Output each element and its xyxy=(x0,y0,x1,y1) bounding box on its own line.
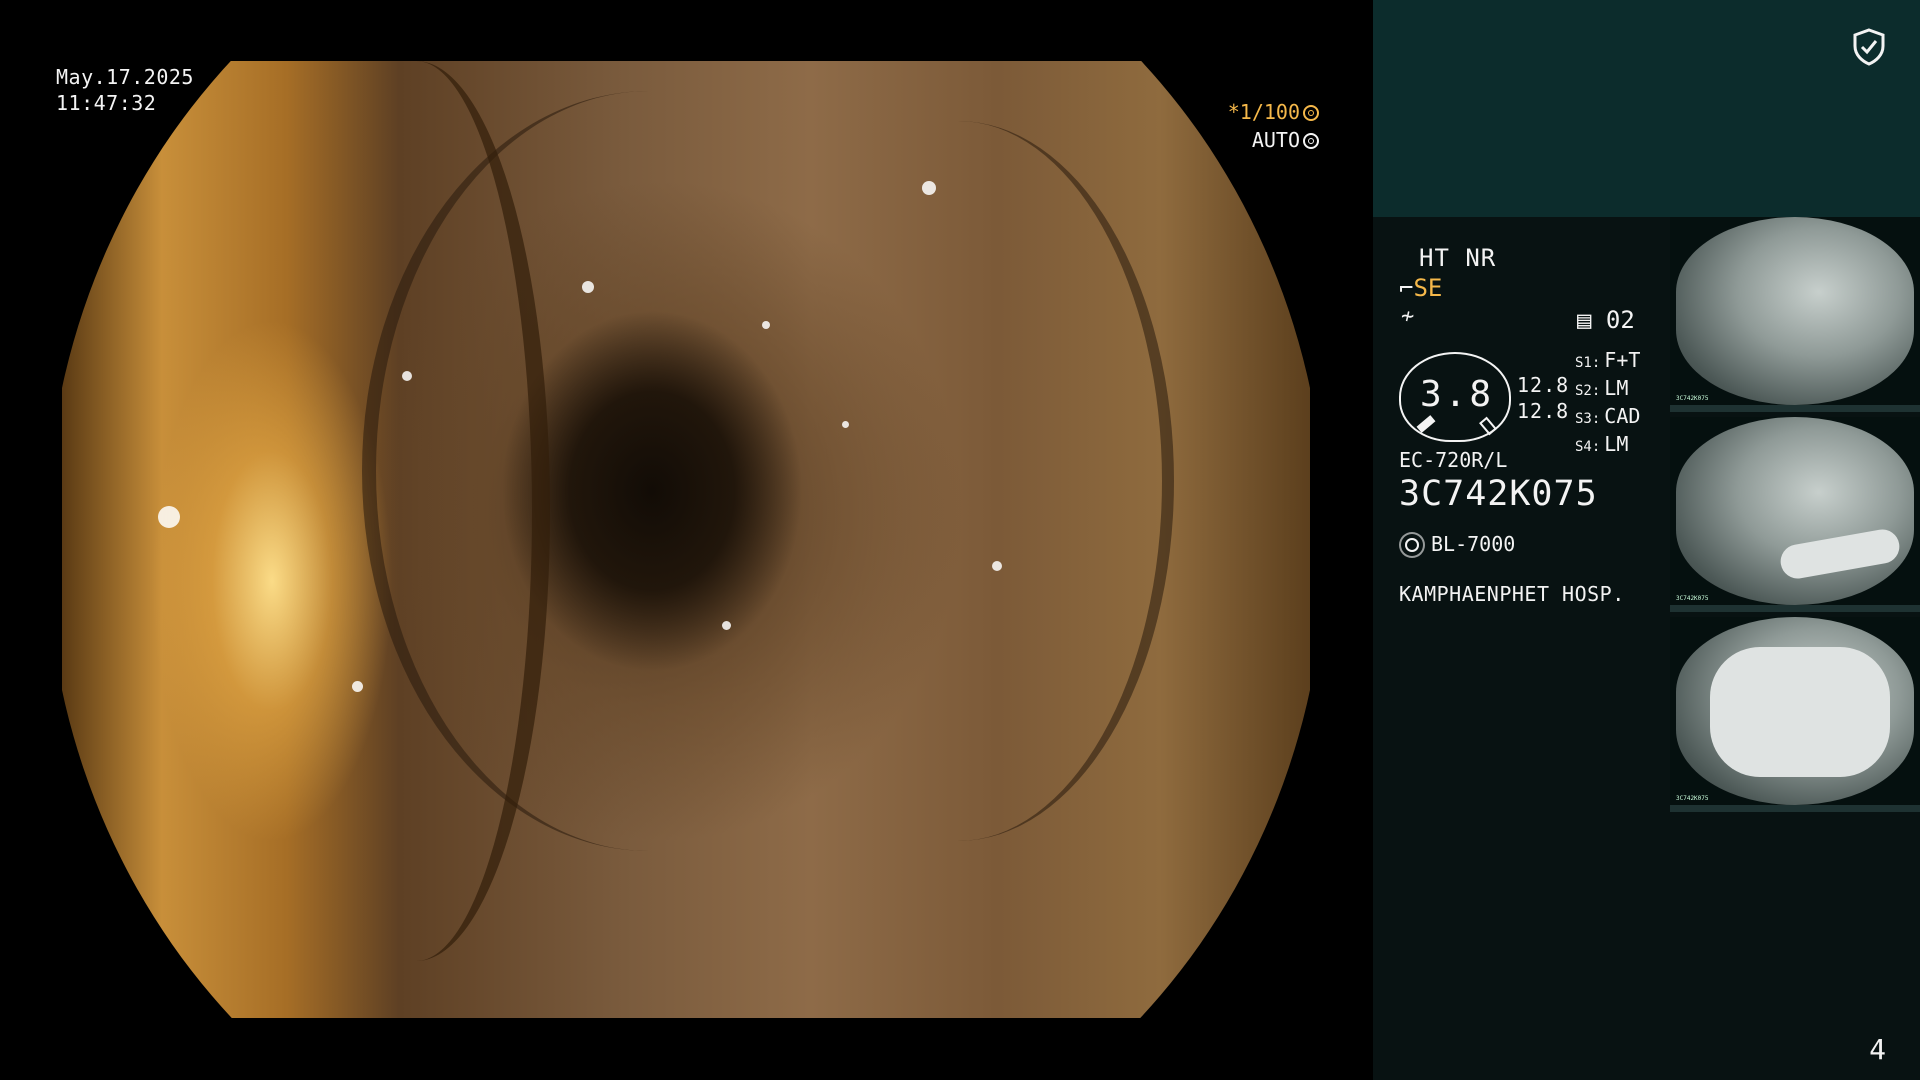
gauge-marker xyxy=(1479,416,1497,436)
mucosal-fold xyxy=(282,61,550,961)
thumbnail-image xyxy=(1676,217,1914,405)
enhancement-mode: HT NR xyxy=(1419,244,1497,272)
scope-serial: 3C742K075 xyxy=(1399,474,1598,514)
light-reflection xyxy=(158,506,180,528)
light-reflection xyxy=(992,561,1002,571)
info-panel: HT NR ⌐SE ≁ ▤ 02 3.8 12.8 12.8 S1: F+T S2… xyxy=(1373,0,1920,1080)
iris-mode-indicator: AUTO xyxy=(1228,126,1319,154)
switch-item: S3: CAD xyxy=(1575,404,1641,428)
freeze-icon: ≁ xyxy=(1401,304,1415,329)
light-source: BL-7000 xyxy=(1399,532,1515,556)
recording-icon: ▤ xyxy=(1577,306,1592,334)
endoscope-view: May.17.2025 11:47:32 *1/100 AUTO xyxy=(0,0,1373,1080)
glove-shape xyxy=(1710,647,1890,777)
scope-icon: ⌐ xyxy=(1399,274,1414,302)
gain-value: 12.8 xyxy=(1517,399,1570,423)
structure-enhancement-value: SE xyxy=(1413,274,1443,302)
shutter-icon xyxy=(1303,105,1319,121)
light-reflection xyxy=(762,321,770,329)
light-source-model: BL-7000 xyxy=(1431,532,1516,556)
thumbnail[interactable]: 3C742K075 xyxy=(1670,217,1920,412)
light-reflection xyxy=(402,371,412,381)
mucosal-fold xyxy=(742,121,1174,841)
structure-enhancement: ⌐SE xyxy=(1399,274,1442,302)
light-reflection xyxy=(922,181,936,195)
switch-item: S1: F+T xyxy=(1575,348,1641,372)
iris-mode-text: AUTO xyxy=(1251,128,1300,152)
light-source-icon xyxy=(1405,538,1419,552)
endoscopic-image xyxy=(62,61,1310,1018)
thumbnail-label: 3C742K075 xyxy=(1676,595,1709,602)
hospital-name: KAMPHAENPHET HOSP. xyxy=(1399,582,1625,606)
shutter-text: *1/100 xyxy=(1227,100,1300,124)
thumbnail-label: 3C742K075 xyxy=(1676,795,1709,802)
gain-values: 12.8 12.8 xyxy=(1517,372,1569,424)
shield-check-icon xyxy=(1853,28,1885,66)
scope-model: EC-720R/L xyxy=(1399,448,1508,472)
light-reflection xyxy=(352,681,363,692)
brightness-value: 3.8 xyxy=(1419,374,1495,415)
thumbnail-footer xyxy=(1670,405,1920,412)
thumbnail[interactable]: 3C742K075 xyxy=(1670,417,1920,612)
gain-value: 12.8 xyxy=(1517,373,1570,397)
light-reflection xyxy=(842,421,849,428)
date-text: May.17.2025 xyxy=(56,65,194,89)
switch-item: S4: LM xyxy=(1575,432,1629,456)
scope-status: *1/100 AUTO xyxy=(1228,98,1319,154)
switch-item: S2: LM xyxy=(1575,376,1629,400)
thumbnail-footer xyxy=(1670,605,1920,612)
datetime: May.17.2025 11:47:32 xyxy=(56,64,194,116)
page-number: 4 xyxy=(1869,1033,1886,1066)
auto-iris-icon xyxy=(1303,133,1319,149)
info-panel-header xyxy=(1373,0,1920,217)
recording-indicator: ▤ 02 xyxy=(1577,306,1635,334)
brightness-gauge: 3.8 xyxy=(1399,352,1511,442)
light-reflection xyxy=(582,281,594,293)
shutter-indicator: *1/100 xyxy=(1228,98,1319,126)
thumbnail-label: 3C742K075 xyxy=(1676,395,1709,402)
thumbnail[interactable]: 3C742K075 xyxy=(1670,617,1920,812)
gauge-marker xyxy=(1416,415,1436,433)
recording-label: 02 xyxy=(1605,306,1635,334)
thumbnail-strip: 3C742K075 3C742K075 3C742K075 xyxy=(1670,217,1920,817)
thumbnail-footer xyxy=(1670,805,1920,812)
switch-assignments: S1: F+T S2: LM S3: CAD S4: LM xyxy=(1575,348,1640,460)
light-reflection xyxy=(722,621,731,630)
time-text: 11:47:32 xyxy=(56,91,157,115)
